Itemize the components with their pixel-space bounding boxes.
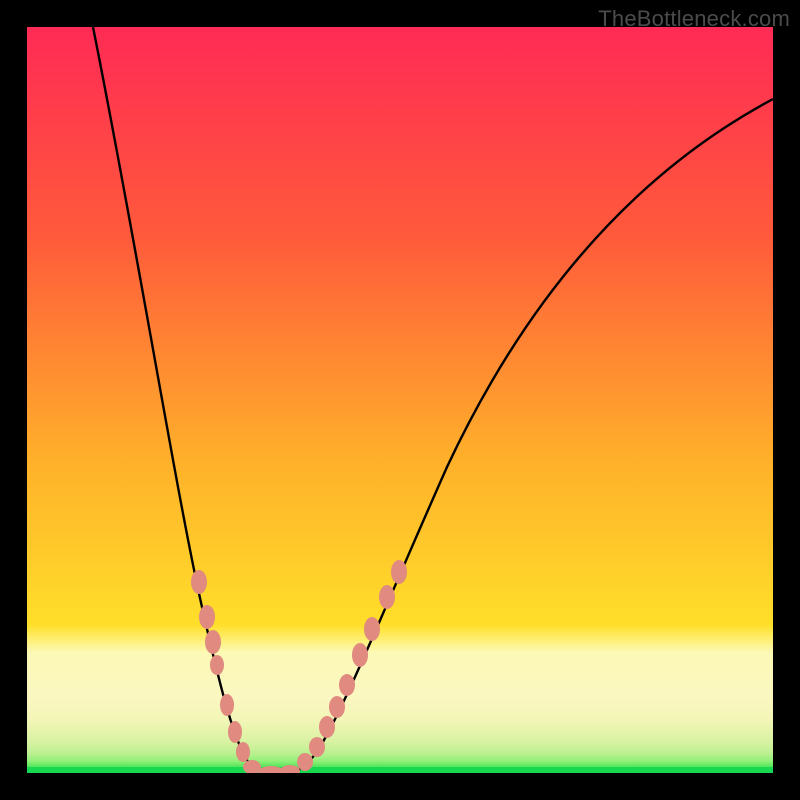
data-dot [352,643,368,667]
data-dot [297,753,313,771]
data-dot [220,694,234,716]
data-dot [205,630,221,654]
data-dot [339,674,355,696]
data-dot [280,765,300,773]
data-dot [391,560,407,584]
data-dots [191,560,407,773]
data-dot [309,737,325,757]
plot-area [27,27,773,773]
data-dot [210,655,224,675]
data-dot [329,696,345,718]
data-dot [236,742,250,762]
watermark-text: TheBottleneck.com [598,6,790,32]
data-dot [191,570,207,594]
data-dot [258,766,284,773]
data-dot [228,721,242,743]
chart-frame: TheBottleneck.com [0,0,800,800]
curve-layer [27,27,773,773]
data-dot [379,585,395,609]
data-dot [364,617,380,641]
data-dot [199,605,215,629]
bottleneck-curve [93,27,773,773]
data-dot [319,716,335,738]
